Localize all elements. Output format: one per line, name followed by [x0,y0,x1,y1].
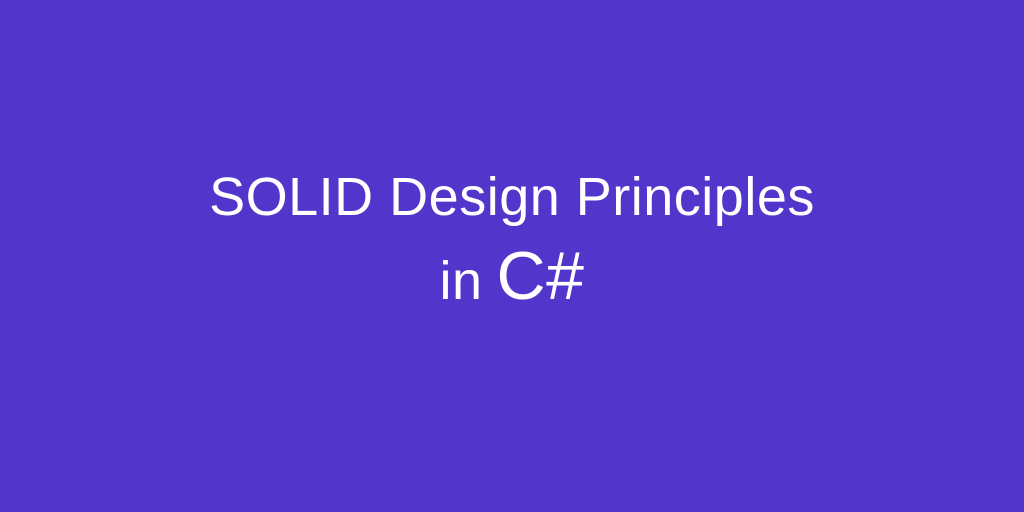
title-container: SOLID Design Principles in C# [209,162,815,321]
title-line-2: in C# [440,232,585,320]
title-prefix: in [440,246,483,316]
title-language: C# [497,232,585,320]
title-line-1: SOLID Design Principles [209,162,815,232]
